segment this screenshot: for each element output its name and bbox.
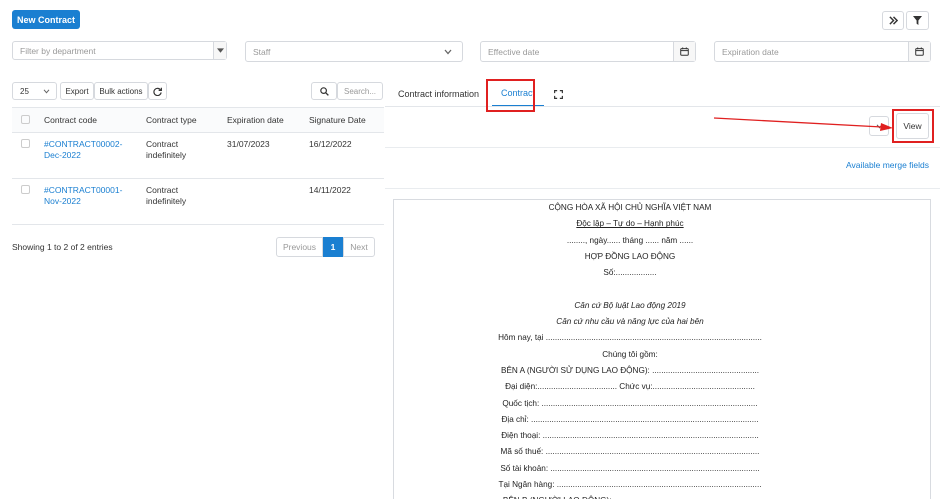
calendar-icon[interactable] [908,42,930,61]
fullscreen-button[interactable] [549,81,568,107]
double-chevron-right-icon [888,16,898,25]
contract-type-cell: Contract indefinitely [140,132,221,179]
document-line: Chúng tôi gồm: [602,349,658,359]
contract-tabs: Contract information Contract [389,81,568,107]
department-filter-placeholder: Filter by department [20,45,96,56]
next-page-button[interactable]: Next [343,237,375,257]
select-all-checkbox[interactable] [12,107,38,133]
department-filter[interactable]: Filter by department [12,41,227,60]
column-header-expiration-date[interactable]: Expiration date [221,107,303,133]
page-size-select[interactable]: 25 [12,82,57,100]
document-line: BÊN A (NGƯỜI SỬ DỤNG LAO ĐỘNG): ........… [500,365,760,375]
contract-type-line: Contract [146,185,179,195]
document-line: Tại Ngân hàng: .........................… [498,480,762,490]
funnel-icon [913,16,922,25]
tab-contract-information[interactable]: Contract information [389,81,488,107]
expand-button[interactable] [882,11,904,30]
contract-type-cell: Contract indefinitely [140,178,221,225]
expiration-date-cell [221,178,303,225]
column-header-contract-type[interactable]: Contract type [140,107,221,133]
table-row[interactable]: #CONTRACT00002- Dec-2022 Contract indefini… [12,132,384,179]
bulk-actions-button[interactable]: Bulk actions [94,82,148,100]
contract-code-link[interactable]: #CONTRACT00001- Nov-2022 [38,178,140,225]
document-line: Căn cứ Bộ luật Lao động 2019 [574,300,686,310]
expiration-date-input[interactable]: Expiration date [714,41,931,62]
document-line: Địa chỉ: ...............................… [501,414,759,424]
available-merge-fields-link[interactable]: Available merge fields [846,160,929,170]
view-divider [385,147,940,148]
document-line: Căn cứ nhu cầu và năng lực của hai bên [556,317,704,327]
document-line: Số:.................. [603,268,657,278]
document-line: HỢP ĐỒNG LAO ĐỘNG [584,251,676,261]
staff-select[interactable]: Staff [245,41,463,62]
document-line: CỘNG HÒA XÃ HỘI CHỦ NGHĨA VIỆT NAM [548,203,712,212]
document-line: Mã số thuế: ............................… [500,447,760,457]
highlight-box [892,109,934,143]
signature-date-cell: 14/11/2022 [303,178,384,225]
table-header-row: Contract code Contract type Expiration d… [12,107,384,133]
chevron-down-icon [43,89,50,94]
contract-type-line: indefinitely [146,196,187,206]
effective-date-placeholder: Effective date [488,46,540,57]
document-line: Số tài khoản: ..........................… [500,463,760,473]
document-line: Điện thoại: ............................… [501,431,759,441]
contract-code-line: #CONTRACT00002- [44,139,123,149]
search-input[interactable]: Search... [337,82,383,100]
new-contract-button[interactable]: New Contract [12,10,80,29]
document-line: BÊN B (NGƯỜI LAO ĐỘNG): ................… [410,493,850,499]
contract-code-link[interactable]: #CONTRACT00002- Dec-2022 [38,132,140,179]
contract-code-line: Nov-2022 [44,196,81,206]
search-icon [319,86,329,96]
merge-divider [385,188,940,189]
document-line: Hôm nay, tại ...........................… [498,333,762,343]
effective-date-input[interactable]: Effective date [480,41,696,62]
column-header-signature-date[interactable]: Signature Date [303,107,384,133]
staff-select-placeholder: Staff [253,46,271,57]
filter-button[interactable] [906,11,929,30]
search-button[interactable] [311,82,337,100]
tabs-divider [385,106,940,107]
document-line: Độc lập – Tự do – Hạnh phúc [576,219,684,229]
document-line: ........, ngày...... tháng ...... năm ..… [566,235,694,245]
refresh-button[interactable] [148,82,167,100]
contract-code-line: #CONTRACT00001- [44,185,123,195]
row-checkbox[interactable] [12,132,38,179]
row-checkbox[interactable] [12,178,38,225]
expiration-date-placeholder: Expiration date [722,46,779,57]
document-line [410,281,850,297]
export-button[interactable]: Export [60,82,94,100]
pagination: Previous 1 Next [276,237,375,257]
previous-page-button[interactable]: Previous [276,237,323,257]
column-header-contract-code[interactable]: Contract code [38,107,140,133]
entries-summary: Showing 1 to 2 of 2 entries [12,242,113,252]
document-line: Quốc tịch: .............................… [502,398,758,408]
table-row[interactable]: #CONTRACT00001- Nov-2022 Contract indefini… [12,178,384,225]
contract-type-line: Contract [146,139,179,149]
expiration-date-cell: 31/07/2023 [221,132,303,179]
contract-code-line: Dec-2022 [44,150,81,160]
document-line: Đại diện:...............................… [505,382,755,392]
annotation-arrow [713,117,893,131]
highlight-box [486,79,535,112]
refresh-icon [153,87,162,96]
contract-document-preview[interactable]: CỘNG HÒA XÃ HỘI CHỦ NGHĨA VIỆT NAM Độc lậ… [393,199,931,499]
signature-date-cell: 16/12/2022 [303,132,384,179]
contract-type-line: indefinitely [146,150,187,160]
search-input-placeholder: Search... [344,86,377,96]
contracts-table: Contract code Contract type Expiration d… [12,107,384,225]
page-size-value: 25 [20,86,29,96]
calendar-icon[interactable] [673,42,695,61]
fullscreen-icon [554,89,564,99]
dropdown-caret-icon [213,42,226,59]
page-1-button[interactable]: 1 [323,237,343,257]
chevron-down-icon [444,49,452,55]
document-lines: CỘNG HÒA XÃ HỘI CHỦ NGHĨA VIỆT NAM Độc lậ… [410,200,850,499]
